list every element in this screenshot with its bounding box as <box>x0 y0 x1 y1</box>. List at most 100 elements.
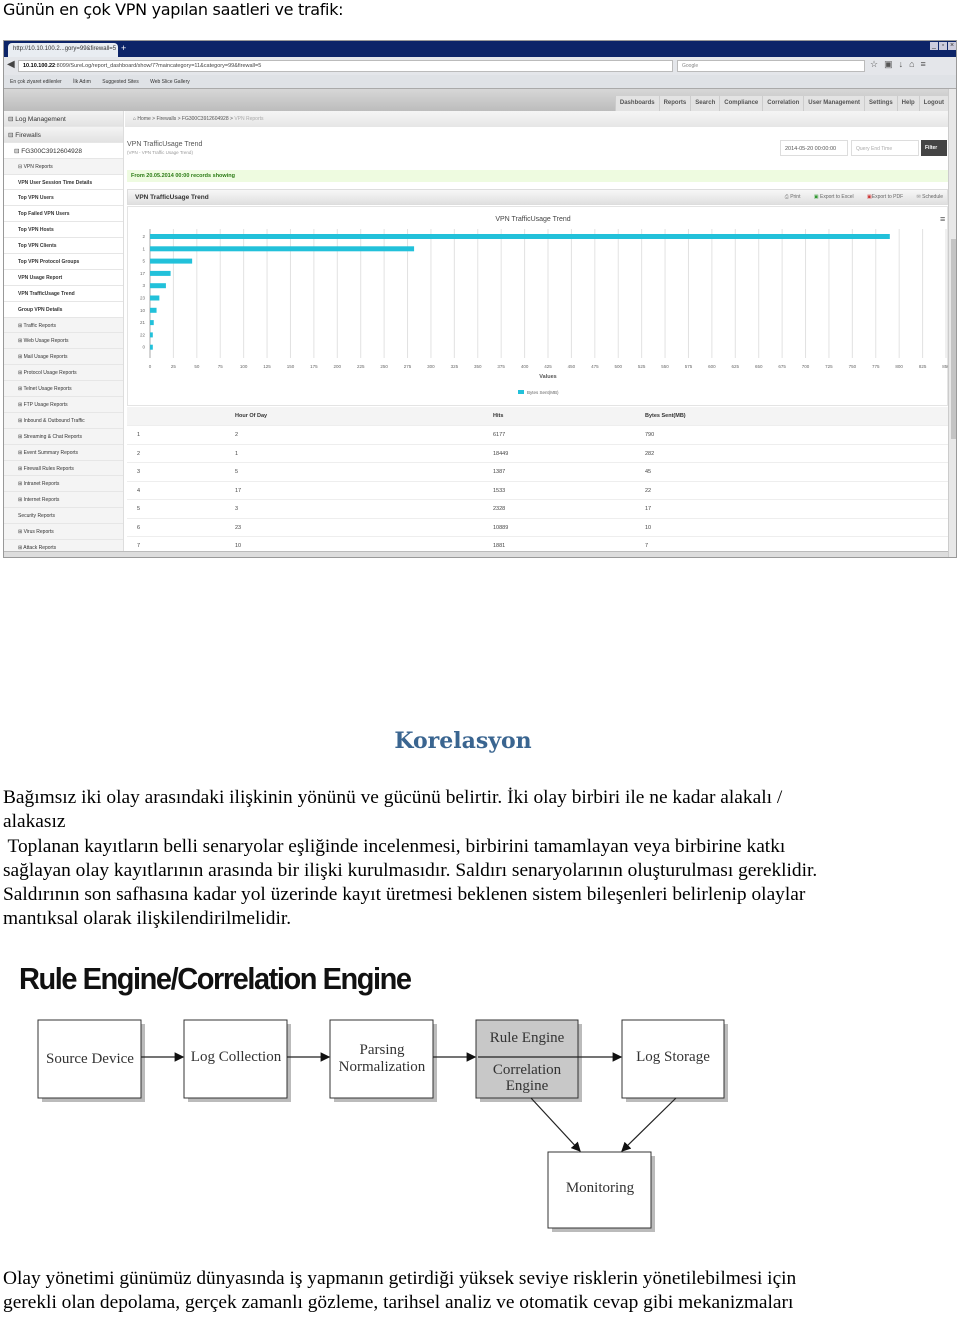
bookmark[interactable]: Suggested Sites <box>102 79 138 85</box>
menu-icon[interactable]: ≡ <box>921 59 932 69</box>
bookmark[interactable]: Web Slice Gallery <box>150 79 190 85</box>
nav-logout[interactable]: Logout <box>918 96 948 111</box>
paragraph-line: sağlayan olay kayıtlarının arasında bir … <box>3 859 818 881</box>
table-cell: 17 <box>235 487 242 494</box>
sidebar-item[interactable]: ⊟ FG300C3912604928 <box>4 143 123 159</box>
sidebar-item[interactable]: Group VPN Details <box>4 302 123 318</box>
section-heading: Korelasyon <box>394 728 532 754</box>
breadcrumb-device[interactable]: FG300C3912604928 <box>182 116 229 122</box>
sidebar-item[interactable]: ⊞ Telnet Usage Reports <box>4 381 123 398</box>
label-rule-engine: Rule Engine <box>490 1030 565 1046</box>
filter-button[interactable]: Filter <box>921 140 947 156</box>
bar-chart: VPN TrafficUsage Trend ≡ 0 25 50 75 100 125 150 1… <box>127 206 950 406</box>
sidebar-item[interactable]: ⊟ Firewalls <box>4 126 123 143</box>
nav-correlation[interactable]: Correlation <box>762 96 803 111</box>
arrow <box>530 1097 581 1152</box>
bar <box>150 307 157 313</box>
sidebar-item[interactable]: ⊞ Web Usage Reports <box>4 333 123 350</box>
sidebar-item[interactable]: ⊞ Event Summary Reports <box>4 444 123 461</box>
sidebar-item[interactable]: Top VPN Hosts <box>4 222 123 239</box>
table-row: 5 3 2328 17 <box>127 500 948 519</box>
export-pdf-button[interactable]: ▣Export to PDF <box>867 194 903 200</box>
download-icon[interactable]: ↓ <box>899 59 910 69</box>
sidebar-item[interactable]: VPN Usage Report <box>4 270 123 286</box>
x-tick-label: 650 <box>755 364 763 369</box>
start-time-input[interactable]: 2014-05-20 00:00:00 <box>780 140 848 156</box>
sidebar-item[interactable]: ⊞ Intranet Reports <box>4 476 123 493</box>
sidebar-item[interactable]: Top VPN Protocol Groups <box>4 254 123 270</box>
sidebar-item[interactable]: ⊞ Mail Usage Reports <box>4 349 123 366</box>
x-tick-label: 800 <box>895 364 903 369</box>
end-time-input[interactable]: Query End Time <box>851 140 919 156</box>
print-button[interactable]: ⎙ Print <box>785 194 801 200</box>
sidebar-item[interactable]: ⊞ Protocol Usage Reports <box>4 365 123 382</box>
sidebar-item[interactable]: Top VPN Users <box>4 190 123 207</box>
scrollbar-thumb[interactable] <box>951 239 956 439</box>
sidebar-item[interactable]: ⊞ Virus Reports <box>4 524 123 541</box>
breadcrumb-vpn-reports: VPN Reports <box>234 116 264 122</box>
sidebar-item[interactable]: ⊞ Traffic Reports <box>4 317 123 334</box>
bar <box>150 270 171 276</box>
nav-dashboards[interactable]: Dashboards <box>614 96 659 111</box>
sidebar-item[interactable]: Security Reports <box>4 508 123 525</box>
x-axis-label: Values <box>539 374 556 380</box>
nav-settings[interactable]: Settings <box>863 96 897 111</box>
x-tick-label: 375 <box>497 364 505 369</box>
horizontal-scrollbar[interactable] <box>4 551 948 557</box>
sidebar-item[interactable]: VPN TrafficUsage Trend <box>4 286 123 302</box>
breadcrumb-home[interactable]: Home <box>137 116 150 122</box>
sidebar-item[interactable]: ⊞ Internet Reports <box>4 492 123 509</box>
nav-reports[interactable]: Reports <box>658 96 691 111</box>
vertical-scrollbar[interactable] <box>948 89 956 557</box>
x-tick-label: 300 <box>427 364 435 369</box>
search-input[interactable]: Google <box>677 60 865 72</box>
breadcrumb-firewalls[interactable]: Firewalls <box>156 116 176 122</box>
paragraph-line: gerekli olan depolama, gerçek zamanlı gö… <box>3 1292 794 1314</box>
table-cell: 5 <box>137 506 141 512</box>
table-cell: 23 <box>235 524 242 531</box>
back-arrow-icon[interactable]: ◀ <box>7 59 15 70</box>
address-bar[interactable]: 10.10.100.22:8099/SureLog/report_dashboa… <box>18 60 673 72</box>
export-excel-button[interactable]: ▣ Export to Excel <box>814 194 854 200</box>
x-tick-label: 675 <box>778 364 786 369</box>
nav-search[interactable]: Search <box>690 96 719 111</box>
clipboard-icon[interactable]: ▣ <box>884 59 899 69</box>
x-tick-label: 725 <box>825 364 833 369</box>
browser-tab[interactable]: http://10.10.100.2...gory=99&firewall=5 <box>8 43 118 57</box>
sidebar-item[interactable]: ⊟ Log Management <box>4 111 123 127</box>
nav-help[interactable]: Help <box>896 96 919 111</box>
minimize-icon[interactable]: _ <box>930 42 938 50</box>
sidebar-item[interactable]: ⊟ VPN Reports <box>4 158 123 175</box>
bar <box>150 332 153 338</box>
address-path: :8099/SureLog/report_dashboard/show/7?ma… <box>55 63 262 69</box>
x-tick-label: 150 <box>287 364 295 369</box>
maximize-icon[interactable]: ▫ <box>939 42 947 50</box>
x-tick-label: 75 <box>218 364 224 369</box>
paragraph-line: Toplanan kayıtların belli senaryolar eşl… <box>3 835 786 857</box>
schedule-button[interactable]: ✉ Schedule <box>917 194 943 200</box>
label-parsing: Parsing <box>360 1042 406 1058</box>
sidebar-item[interactable]: ⊞ Firewall Rules Reports <box>4 460 123 477</box>
x-tick-label: 25 <box>171 364 177 369</box>
bookmark[interactable]: İlk Adım <box>73 79 91 85</box>
new-tab-button[interactable]: + <box>121 43 126 53</box>
y-tick-label: 1 <box>142 246 145 251</box>
nav-user-management[interactable]: User Management <box>803 96 864 111</box>
sidebar-item[interactable]: ⊞ FTP Usage Reports <box>4 397 123 413</box>
sidebar-item[interactable]: ⊞ Streaming & Chat Reports <box>4 428 123 445</box>
sidebar-item[interactable]: ⊞ Inbound & Outbound Traffic <box>4 412 123 429</box>
close-icon[interactable]: × <box>948 42 956 50</box>
home-icon[interactable]: ⌂ <box>909 59 920 69</box>
top-nav: Dashboards Reports Search Compliance Cor… <box>614 96 948 111</box>
table-cell: 17 <box>645 506 652 512</box>
nav-compliance[interactable]: Compliance <box>719 96 762 111</box>
panel-header: VPN TrafficUsage Trend ⎙ Print ▣ Export … <box>127 189 948 205</box>
label-normalization: Normalization <box>339 1059 426 1075</box>
sidebar-item[interactable]: Top Failed VPN Users <box>4 206 123 223</box>
star-icon[interactable]: ☆ <box>870 59 884 69</box>
chart-title: VPN TrafficUsage Trend <box>495 216 570 223</box>
sidebar-item[interactable]: Top VPN Clients <box>4 238 123 255</box>
x-tick-label: 350 <box>474 364 482 369</box>
sidebar-item[interactable]: VPN User Session Time Details <box>4 175 123 191</box>
bookmark[interactable]: En çok ziyaret edilenler <box>10 79 62 85</box>
